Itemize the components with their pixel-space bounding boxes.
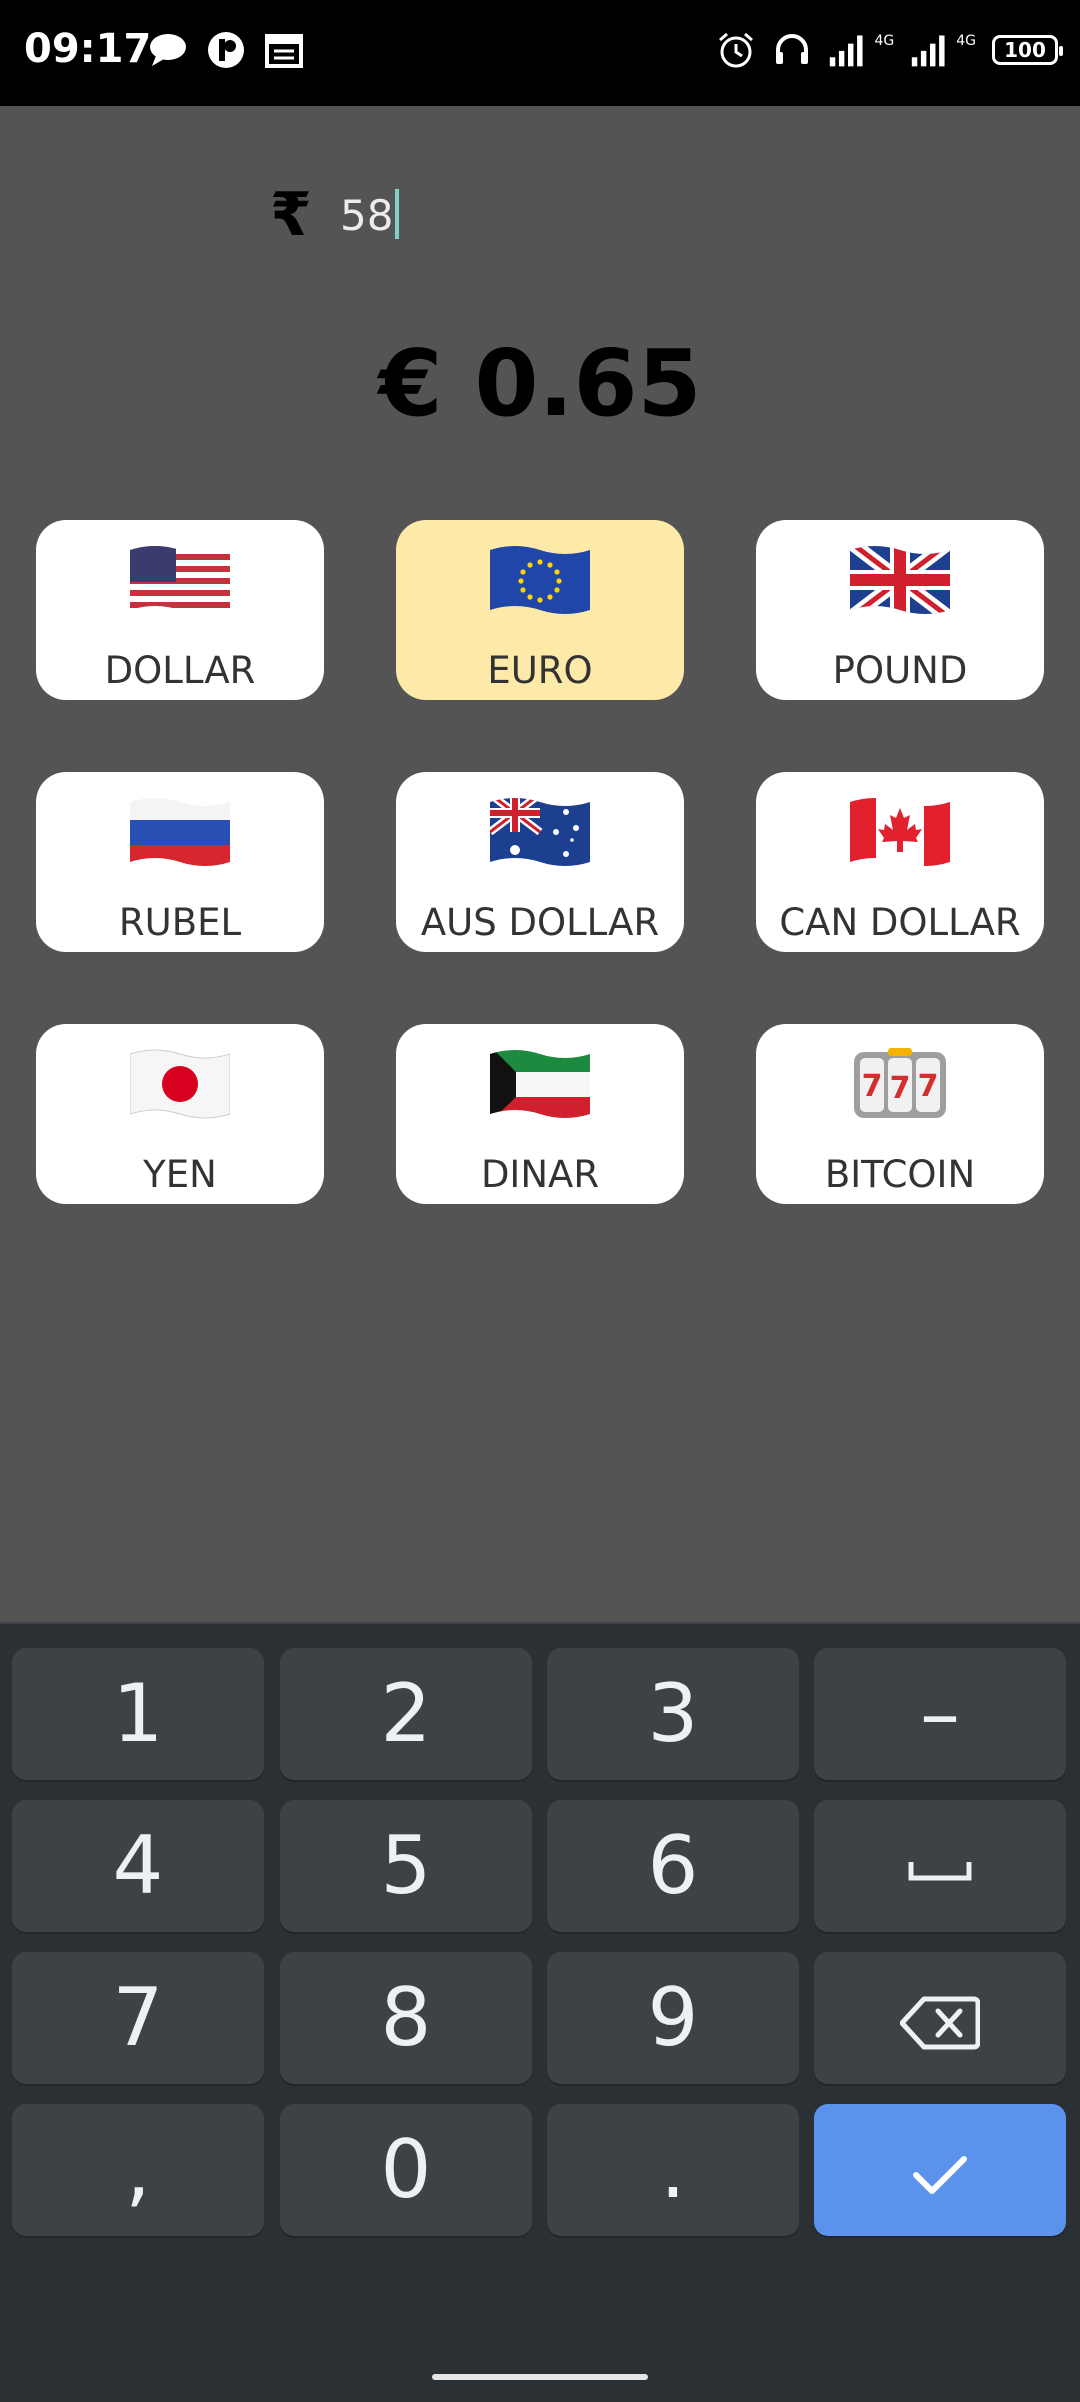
- status-bar: 09:17 4G 4G 100: [0, 0, 1080, 106]
- currency-label: YEN: [143, 1153, 217, 1196]
- key-6[interactable]: 6: [547, 1800, 799, 1932]
- key-2[interactable]: 2: [280, 1648, 532, 1780]
- source-currency-symbol: ₹: [270, 180, 312, 250]
- japan-flag-icon: [130, 1049, 230, 1119]
- currency-card-dinar[interactable]: DINAR: [396, 1024, 684, 1204]
- svg-text:7: 7: [918, 1069, 939, 1104]
- currency-label: POUND: [832, 649, 968, 692]
- key-minus[interactable]: –: [814, 1648, 1066, 1780]
- key-8[interactable]: 8: [280, 1952, 532, 2084]
- key-5[interactable]: 5: [280, 1800, 532, 1932]
- key-9[interactable]: 9: [547, 1952, 799, 2084]
- us-flag-icon: [130, 546, 230, 614]
- currency-label: RUBEL: [118, 901, 242, 944]
- svg-text:7: 7: [862, 1069, 883, 1104]
- currency-label: DOLLAR: [104, 649, 256, 692]
- currency-card-rubel[interactable]: RUBEL: [36, 772, 324, 952]
- battery-icon: 100: [992, 35, 1063, 65]
- key-3[interactable]: 3: [547, 1648, 799, 1780]
- kuwait-flag-icon: [490, 1050, 590, 1118]
- network-type-label: 4G: [874, 33, 895, 49]
- canada-flag-icon: [850, 798, 950, 866]
- headset-icon: [772, 30, 812, 70]
- key-done[interactable]: [814, 2104, 1066, 2236]
- chat-icon: [148, 30, 188, 70]
- alarm-icon: [716, 30, 756, 70]
- amount-input[interactable]: [340, 185, 840, 245]
- signal-icon: [910, 30, 950, 70]
- currency-card-dollar[interactable]: DOLLAR: [36, 520, 324, 700]
- key-0[interactable]: 0: [280, 2104, 532, 2236]
- slot-machine-icon: 777: [854, 1048, 946, 1118]
- uk-flag-icon: [850, 546, 950, 614]
- key-space[interactable]: [814, 1800, 1066, 1932]
- key-period[interactable]: .: [547, 2104, 799, 2236]
- conversion-result: € 0.65: [378, 330, 702, 437]
- numeric-keyboard: 1 2 3 – 4 5 6 7 8 9 , 0 .: [0, 1622, 1080, 2402]
- key-comma[interactable]: ,: [12, 2104, 264, 2236]
- key-1[interactable]: 1: [12, 1648, 264, 1780]
- check-icon: [913, 2156, 967, 2195]
- russia-flag-icon: [130, 798, 230, 866]
- network-type-label: 4G: [956, 33, 976, 49]
- currency-card-yen[interactable]: YEN: [36, 1024, 324, 1204]
- status-time: 09:17: [24, 26, 152, 72]
- svg-text:7: 7: [890, 1071, 911, 1106]
- currency-card-bitcoin[interactable]: 777 BITCOIN: [756, 1024, 1044, 1204]
- signal-icon: [828, 30, 868, 70]
- key-7[interactable]: 7: [12, 1952, 264, 2084]
- currency-label: EURO: [487, 649, 593, 692]
- australia-flag-icon: [490, 798, 590, 866]
- space-icon: [908, 1862, 972, 1881]
- text-cursor: [395, 189, 399, 239]
- battery-level: 100: [1004, 38, 1046, 62]
- key-backspace[interactable]: [814, 1952, 1066, 2084]
- currency-label: CAN DOLLAR: [779, 901, 1021, 944]
- currency-card-pound[interactable]: POUND: [756, 520, 1044, 700]
- eu-flag-icon: [490, 546, 590, 614]
- key-4[interactable]: 4: [12, 1800, 264, 1932]
- currency-label: AUS DOLLAR: [420, 901, 660, 944]
- currency-label: DINAR: [480, 1153, 600, 1196]
- backspace-icon: [899, 1996, 981, 2050]
- currency-label: BITCOIN: [824, 1153, 976, 1196]
- calendar-icon: [264, 30, 304, 70]
- app-icon: [206, 30, 246, 70]
- currency-card-can-dollar[interactable]: CAN DOLLAR: [756, 772, 1044, 952]
- home-indicator[interactable]: [432, 2374, 648, 2380]
- currency-card-euro[interactable]: EURO: [396, 520, 684, 700]
- currency-card-aus-dollar[interactable]: AUS DOLLAR: [396, 772, 684, 952]
